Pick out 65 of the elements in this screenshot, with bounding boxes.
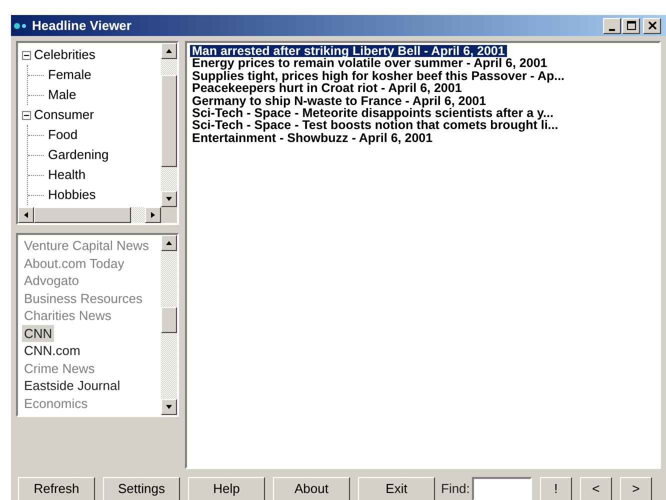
headline-item[interactable]: Sci-Tech - Space - Meteorite disappoints scientists after a y... (190, 107, 556, 120)
tree-item[interactable]: Hobbies (48, 187, 96, 202)
tree-item[interactable]: Consumer (34, 107, 94, 122)
scrollbar-corner (161, 207, 177, 223)
headline-item[interactable]: Sci-Tech - Space - Test boosts notion that comets brought li... (190, 119, 560, 132)
scrollbar[interactable] (18, 207, 161, 223)
maximize-icon (626, 21, 636, 30)
maximize-button[interactable] (622, 18, 640, 34)
scroll-left-button[interactable] (18, 207, 34, 223)
scroll-down-button[interactable] (161, 191, 177, 207)
collapse-icon[interactable] (22, 51, 31, 60)
headline-item[interactable]: Entertainment - Showbuzz - April 6, 2001 (190, 132, 435, 144)
nav-button[interactable]: < (580, 477, 612, 500)
scroll-right-button[interactable] (145, 207, 161, 223)
tree-item[interactable]: Female (48, 67, 92, 82)
app-icon (14, 22, 28, 30)
toolbar-button[interactable]: Settings (103, 477, 180, 500)
channel-item[interactable]: CNN (22, 324, 54, 342)
nav-button[interactable]: ! (540, 477, 572, 500)
nav-button[interactable]: > (620, 477, 652, 500)
down-arrow-icon (165, 403, 173, 411)
channel-item[interactable]: Advogato (22, 272, 81, 290)
up-arrow-icon (165, 239, 173, 247)
headline-item[interactable]: Supplies tight, prices high for kosher beef this Passover - Ap... (190, 70, 567, 82)
minimize-icon (609, 28, 615, 30)
scrollbar[interactable] (161, 235, 177, 415)
channel-item[interactable]: About.com Today (22, 254, 126, 272)
headline-item[interactable]: Energy prices to remain volatile over summer - April 6, 2001 (190, 57, 550, 70)
tree-item[interactable]: Male (48, 87, 76, 102)
close-button[interactable] (643, 18, 661, 34)
collapse-icon[interactable] (22, 111, 31, 120)
toolbar-button[interactable]: About (273, 477, 350, 500)
headline-item[interactable]: Man arrested after striking Liberty Bell - April 6, 2001 (190, 45, 507, 58)
down-arrow-icon (165, 195, 173, 203)
toolbar-button[interactable]: Help (188, 477, 265, 500)
channel-item[interactable]: Crime News (22, 360, 97, 377)
scroll-thumb[interactable] (161, 307, 177, 333)
channel-item[interactable]: CNN.com (22, 342, 82, 360)
scroll-down-button[interactable] (161, 399, 177, 415)
channel-item[interactable]: Eastside Journal (22, 377, 122, 394)
tree-item[interactable]: Health (48, 167, 86, 182)
close-icon (648, 21, 656, 30)
find-label: Find: (441, 480, 470, 498)
scroll-up-button[interactable] (161, 235, 177, 251)
scroll-thumb[interactable] (34, 207, 131, 223)
tree-item[interactable]: Food (48, 127, 78, 142)
minimize-button[interactable] (603, 18, 621, 34)
window-title: Headline Viewer (32, 16, 132, 35)
toolbar-button[interactable]: Refresh (18, 477, 95, 500)
channel-item[interactable]: Venture Capital News (22, 237, 152, 254)
up-arrow-icon (165, 47, 173, 55)
headline-item[interactable]: Peacekeepers hurt in Croat riot - April 6, 2001 (190, 82, 464, 95)
tree-item[interactable]: Gardening (48, 147, 109, 162)
left-arrow-icon (22, 211, 30, 219)
right-arrow-icon (149, 211, 157, 219)
find-field[interactable] (472, 477, 532, 500)
channel-item[interactable]: Business Resources (22, 290, 144, 307)
headline-item[interactable]: Germany to ship N-waste to France - April 6, 2001 (190, 94, 488, 108)
channel-item[interactable]: Economics (22, 394, 90, 412)
tree-item[interactable]: Celebrities (34, 47, 96, 62)
scrollbar[interactable] (161, 43, 177, 207)
toolbar-button[interactable]: Exit (358, 477, 435, 500)
scroll-up-button[interactable] (161, 43, 177, 59)
scroll-thumb[interactable] (161, 75, 177, 167)
channel-item[interactable]: Charities News (22, 307, 114, 324)
